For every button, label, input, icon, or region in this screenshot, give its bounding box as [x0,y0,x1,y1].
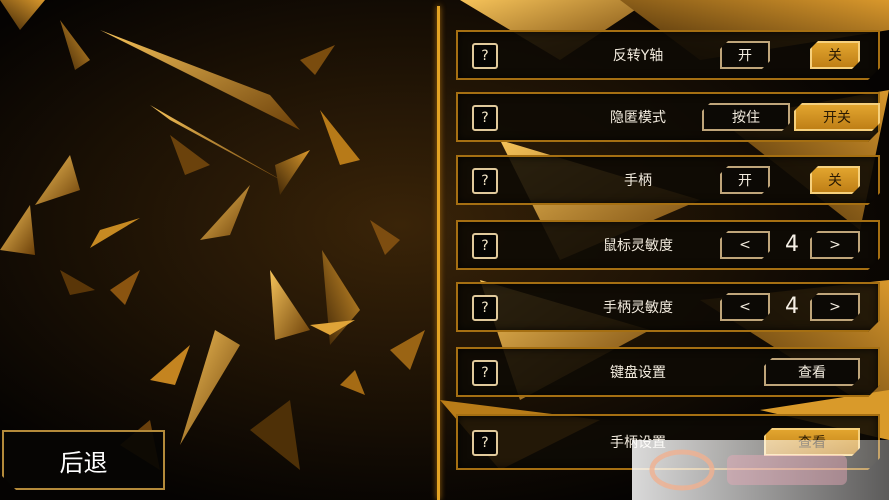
toggle-option-a[interactable]: 开 [720,166,770,194]
setting-row: ? 隐匿模式 按住 开关 [456,92,880,142]
back-button[interactable]: 后退 [2,430,165,490]
decrement-button[interactable]: < [720,293,770,321]
setting-label: 键盘设置 [610,365,666,381]
setting-row: ? 鼠标灵敏度 <4 > [456,220,880,270]
setting-row: ? 键盘设置 查看 [456,347,880,397]
help-button[interactable]: ? [472,295,498,321]
setting-label: 鼠标灵敏度 [603,238,673,254]
help-button[interactable]: ? [472,105,498,131]
setting-label: 反转Y轴 [612,48,664,64]
toggle-option-b[interactable]: 开关 [794,103,880,131]
stepper-value: 4 [785,232,799,257]
setting-label: 手柄 [624,173,652,189]
setting-row: ? 手柄灵敏度 <4 > [456,282,880,332]
toggle-option-b[interactable]: 关 [810,41,860,69]
panel-divider [437,6,440,500]
stepper-value: 4 [785,294,799,319]
toggle-option-a[interactable]: 开 [720,41,770,69]
toggle-option-b[interactable]: 关 [810,166,860,194]
view-button[interactable]: 查看 [764,358,860,386]
setting-row: ? 反转Y轴 开 关 [456,30,880,80]
increment-button[interactable]: > [810,293,860,321]
setting-label: 手柄灵敏度 [603,300,673,316]
watermark-logo [632,440,889,500]
help-button[interactable]: ? [472,360,498,386]
toggle-option-a[interactable]: 按住 [702,103,790,131]
help-button[interactable]: ? [472,233,498,259]
increment-button[interactable]: > [810,231,860,259]
help-button[interactable]: ? [472,43,498,69]
setting-row: ? 手柄 开 关 [456,155,880,205]
help-button[interactable]: ? [472,168,498,194]
help-button[interactable]: ? [472,430,498,456]
decrement-button[interactable]: < [720,231,770,259]
